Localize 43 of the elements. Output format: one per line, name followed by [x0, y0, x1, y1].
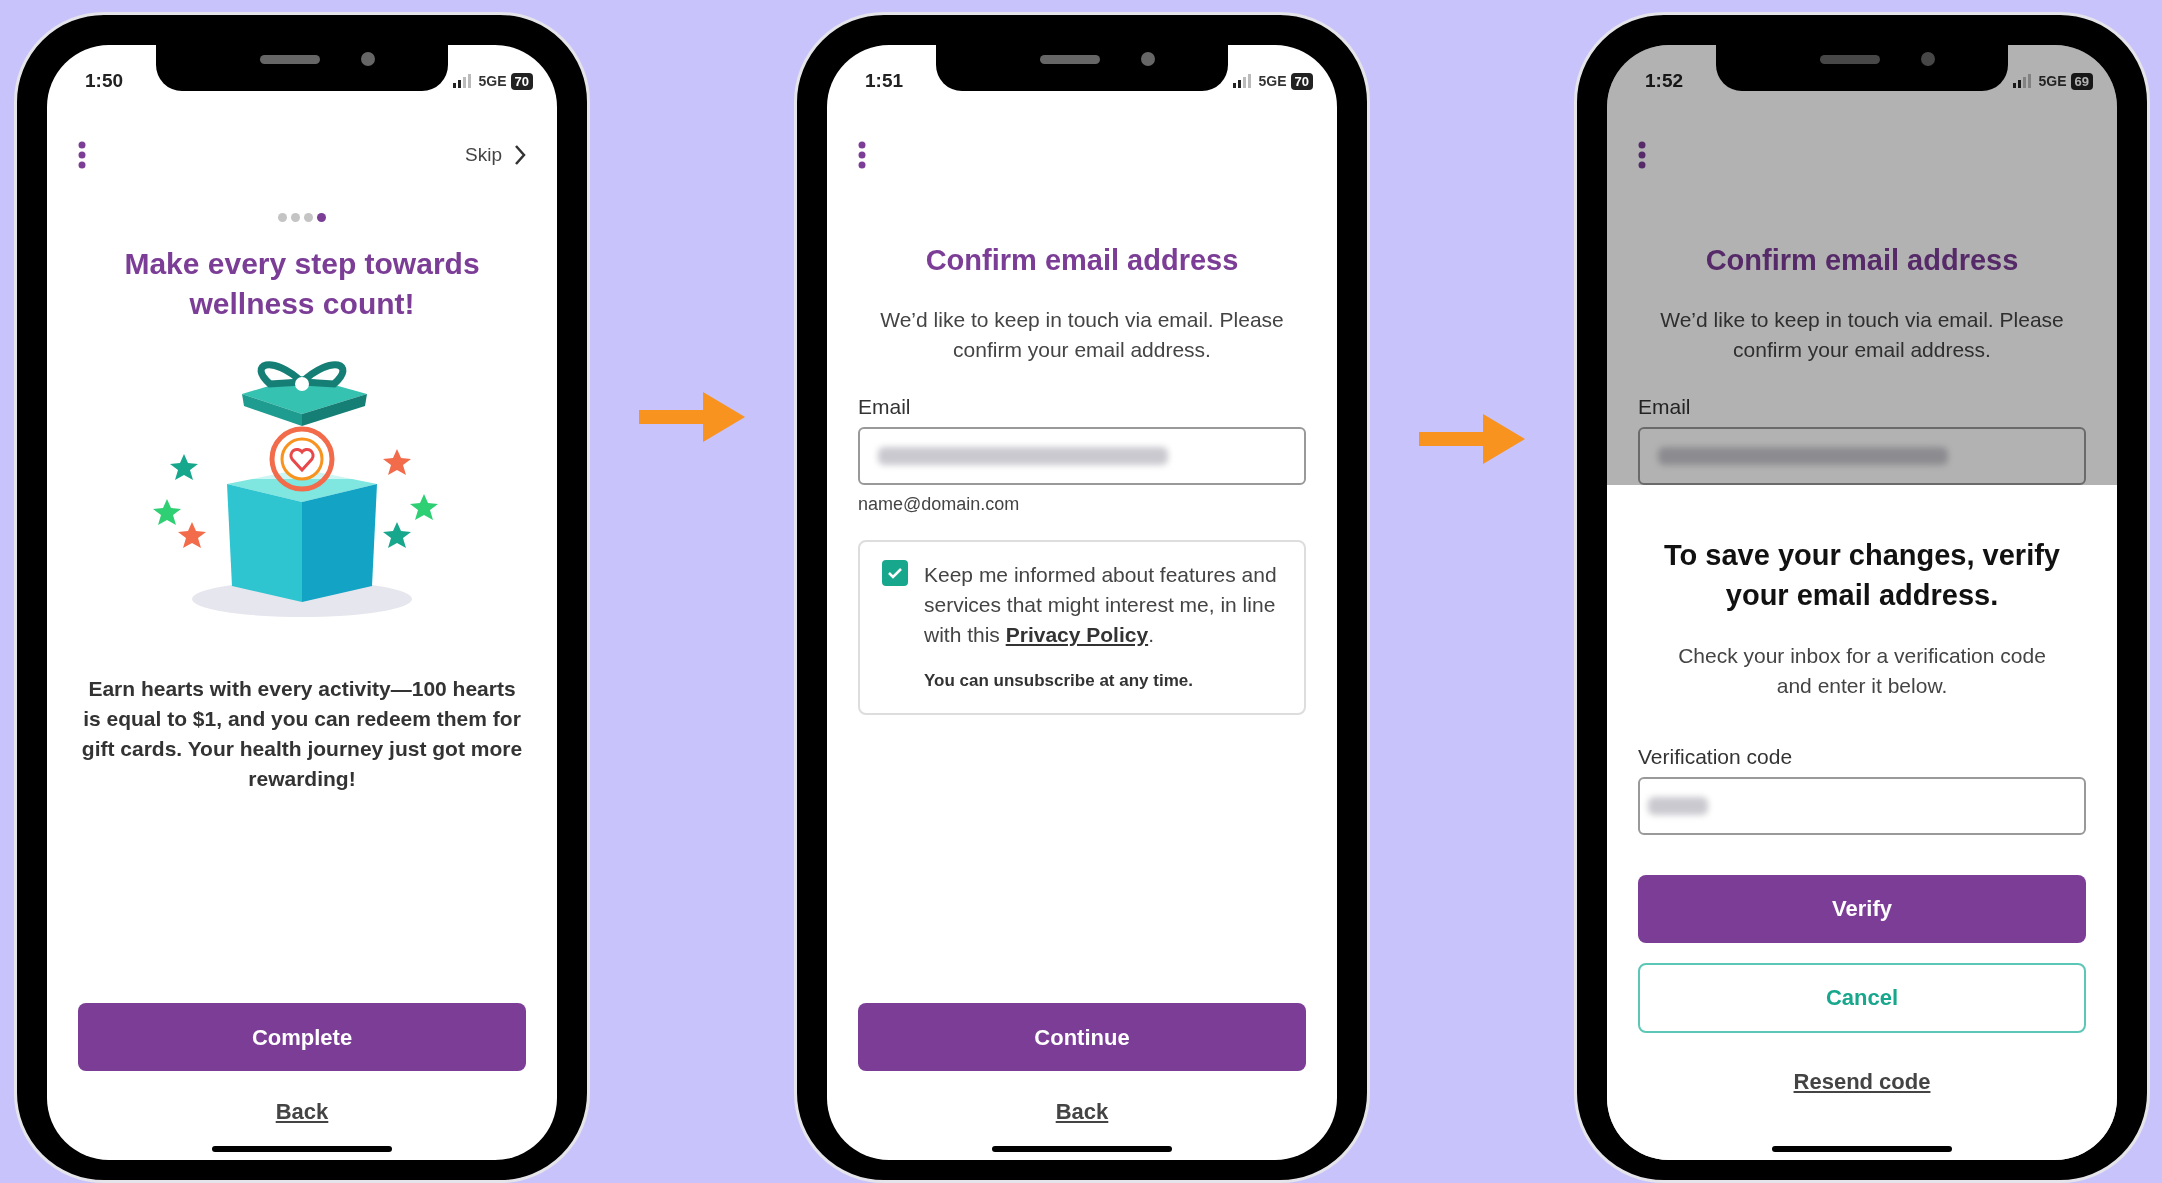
network-label: 5GE: [478, 71, 507, 91]
sheet-title: To save your changes, verify your email address.: [1663, 538, 2061, 613]
title: Confirm email address: [1704, 243, 2020, 278]
redacted-value: [1648, 796, 1708, 815]
title: Make every step towards wellness count!: [123, 246, 481, 322]
description-text: We’d like to keep in touch via email. Please confirm your email address.: [1659, 307, 2065, 363]
email-field[interactable]: [1638, 426, 2086, 485]
privacy-policy-link[interactable]: Privacy Policy: [1005, 622, 1149, 646]
network-label: 5GE: [1258, 71, 1287, 91]
resend-code-link[interactable]: Resend code: [1793, 1064, 1931, 1098]
more-menu-icon[interactable]: [78, 141, 86, 169]
skip-link[interactable]: Skip: [465, 140, 526, 170]
title: Confirm email address: [924, 243, 1240, 278]
primary-button[interactable]: Complete: [78, 1003, 526, 1071]
description-text: Earn hearts with every activity—100 hearts is equal to $1, and you can redeem them for gift cards. Your health journey just got more rewarding!: [80, 676, 524, 792]
clock-time: 1:50: [85, 68, 124, 93]
chevron-right-icon: [514, 144, 526, 166]
battery-indicator: 70: [1290, 72, 1313, 90]
arrow-icon: [1419, 414, 1525, 464]
back-link[interactable]: Back: [275, 1095, 329, 1128]
battery-indicator: 69: [2070, 72, 2093, 90]
field-label: Email: [858, 394, 912, 420]
helper-text: name@domain.com: [858, 492, 1021, 516]
back-link[interactable]: Back: [1055, 1095, 1109, 1128]
more-menu-icon[interactable]: [858, 141, 866, 169]
checkmark-icon: [887, 566, 903, 579]
primary-button[interactable]: Continue: [858, 1003, 1306, 1071]
field-label: Verification code: [1638, 744, 1794, 770]
more-menu-icon[interactable]: [1638, 141, 1646, 169]
email-field[interactable]: [858, 426, 1306, 485]
consent-text: Keep me informed about features and services that might interest me, in line with this Privacy Policy.: [924, 561, 1278, 648]
field-label: Email: [1638, 394, 1692, 420]
arrow-icon: [639, 392, 745, 442]
clock-time: 1:52: [1645, 68, 1684, 93]
sheet-description: Check your inbox for a verification code and enter it below.: [1677, 643, 2047, 699]
battery-indicator: 70: [510, 72, 533, 90]
network-label: 5GE: [2038, 71, 2067, 91]
clock-time: 1:51: [865, 68, 904, 93]
verification-code-field[interactable]: [1638, 776, 2086, 835]
unsubscribe-note: You can unsubscribe at any time.: [924, 669, 1194, 692]
consent-checkbox[interactable]: [882, 559, 908, 586]
primary-button[interactable]: Verify: [1638, 874, 2086, 943]
description-text: We’d like to keep in touch via email. Please confirm your email address.: [879, 307, 1285, 363]
